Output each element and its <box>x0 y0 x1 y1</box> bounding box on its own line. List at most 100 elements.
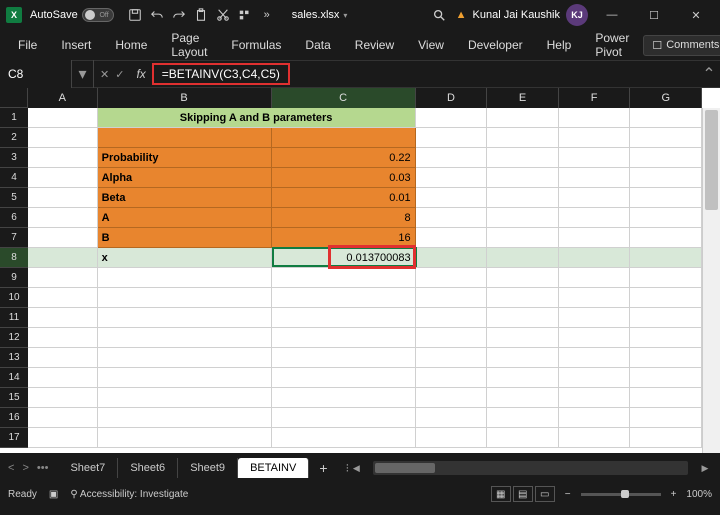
cell-B4[interactable]: Alpha <box>98 168 272 188</box>
cell-F12[interactable] <box>559 328 631 348</box>
col-header-F[interactable]: F <box>559 88 631 108</box>
cell-C16[interactable] <box>272 408 416 428</box>
cell-B1[interactable]: Skipping A and B parameters <box>98 108 416 128</box>
cell-F15[interactable] <box>559 388 631 408</box>
cell-D6[interactable] <box>416 208 488 228</box>
cell-G16[interactable] <box>630 408 702 428</box>
formula-expand-icon[interactable]: ⌃ <box>698 64 720 84</box>
cell-D15[interactable] <box>416 388 488 408</box>
vertical-scrollbar[interactable] <box>702 108 720 453</box>
zoom-in-button[interactable]: + <box>671 489 677 500</box>
row-header-12[interactable]: 12 <box>0 328 28 348</box>
cell-F7[interactable] <box>559 228 631 248</box>
row-header-5[interactable]: 5 <box>0 188 28 208</box>
cell-G3[interactable] <box>630 148 702 168</box>
cell-D9[interactable] <box>416 268 488 288</box>
accept-formula-icon[interactable]: ✓ <box>115 68 124 81</box>
cell-G15[interactable] <box>630 388 702 408</box>
cell-D1[interactable] <box>416 108 488 128</box>
row-header-3[interactable]: 3 <box>0 148 28 168</box>
cell-E16[interactable] <box>487 408 559 428</box>
cell-G4[interactable] <box>630 168 702 188</box>
cell-B7[interactable]: B <box>98 228 272 248</box>
cell-C5[interactable]: 0.01 <box>272 188 416 208</box>
ribbon-tab-review[interactable]: Review <box>345 34 404 56</box>
cell-D7[interactable] <box>416 228 488 248</box>
row-header-13[interactable]: 13 <box>0 348 28 368</box>
cell-F14[interactable] <box>559 368 631 388</box>
cell-B16[interactable] <box>98 408 272 428</box>
cell-E4[interactable] <box>487 168 559 188</box>
clipboard-icon[interactable] <box>190 4 212 26</box>
cut-icon[interactable] <box>212 4 234 26</box>
status-macro-icon[interactable]: ▣ <box>49 489 58 500</box>
cell-F16[interactable] <box>559 408 631 428</box>
cell-B10[interactable] <box>98 288 272 308</box>
cell-F9[interactable] <box>559 268 631 288</box>
cell-E5[interactable] <box>487 188 559 208</box>
status-accessibility[interactable]: ⚲ Accessibility: Investigate <box>70 489 188 500</box>
cell-B6[interactable]: A <box>98 208 272 228</box>
cell-E12[interactable] <box>487 328 559 348</box>
cell-A8[interactable] <box>28 248 98 268</box>
namebox-dropdown[interactable]: ▾ <box>72 60 94 88</box>
cell-E15[interactable] <box>487 388 559 408</box>
cell-F13[interactable] <box>559 348 631 368</box>
cell-B12[interactable] <box>98 328 272 348</box>
cell-B11[interactable] <box>98 308 272 328</box>
cell-E14[interactable] <box>487 368 559 388</box>
save-icon[interactable] <box>124 4 146 26</box>
cell-G1[interactable] <box>630 108 702 128</box>
ribbon-tab-help[interactable]: Help <box>537 34 582 56</box>
col-header-A[interactable]: A <box>28 88 98 108</box>
ribbon-tab-view[interactable]: View <box>408 34 454 56</box>
cell-E9[interactable] <box>487 268 559 288</box>
row-header-10[interactable]: 10 <box>0 288 28 308</box>
cell-B3[interactable]: Probability <box>98 148 272 168</box>
cell-C12[interactable] <box>272 328 416 348</box>
col-header-B[interactable]: B <box>98 88 272 108</box>
cell-A14[interactable] <box>28 368 98 388</box>
cell-C4[interactable]: 0.03 <box>272 168 416 188</box>
cell-G7[interactable] <box>630 228 702 248</box>
cell-E10[interactable] <box>487 288 559 308</box>
cell-G10[interactable] <box>630 288 702 308</box>
cell-D2[interactable] <box>416 128 488 148</box>
hscroll-right[interactable]: ▶ <box>698 461 712 475</box>
col-header-D[interactable]: D <box>416 88 488 108</box>
cell-A13[interactable] <box>28 348 98 368</box>
cell-B14[interactable] <box>98 368 272 388</box>
avatar[interactable]: KJ <box>566 4 588 26</box>
cell-A9[interactable] <box>28 268 98 288</box>
minimize-button[interactable]: — <box>594 1 630 29</box>
cell-A6[interactable] <box>28 208 98 228</box>
ribbon-tab-insert[interactable]: Insert <box>51 34 101 56</box>
cell-E1[interactable] <box>487 108 559 128</box>
cell-G9[interactable] <box>630 268 702 288</box>
row-header-14[interactable]: 14 <box>0 368 28 388</box>
cell-E11[interactable] <box>487 308 559 328</box>
cell-D14[interactable] <box>416 368 488 388</box>
cell-A5[interactable] <box>28 188 98 208</box>
cell-D13[interactable] <box>416 348 488 368</box>
cell-A7[interactable] <box>28 228 98 248</box>
cell-F1[interactable] <box>559 108 631 128</box>
cell-C7[interactable]: 16 <box>272 228 416 248</box>
cell-G17[interactable] <box>630 428 702 448</box>
view-pagebreak-icon[interactable]: ▭ <box>535 486 555 502</box>
cell-C10[interactable] <box>272 288 416 308</box>
row-header-6[interactable]: 6 <box>0 208 28 228</box>
cell-D11[interactable] <box>416 308 488 328</box>
name-box[interactable]: C8 <box>0 60 72 88</box>
cell-G2[interactable] <box>630 128 702 148</box>
cell-C17[interactable] <box>272 428 416 448</box>
cell-F6[interactable] <box>559 208 631 228</box>
col-header-C[interactable]: C <box>272 88 416 108</box>
tab-nav-more[interactable]: ••• <box>37 462 49 474</box>
ribbon-tab-home[interactable]: Home <box>105 34 157 56</box>
view-normal-icon[interactable]: ▦ <box>491 486 511 502</box>
cell-B2[interactable] <box>98 128 272 148</box>
cell-B15[interactable] <box>98 388 272 408</box>
cell-D17[interactable] <box>416 428 488 448</box>
cell-C8[interactable]: 0.013700083 <box>272 248 416 268</box>
